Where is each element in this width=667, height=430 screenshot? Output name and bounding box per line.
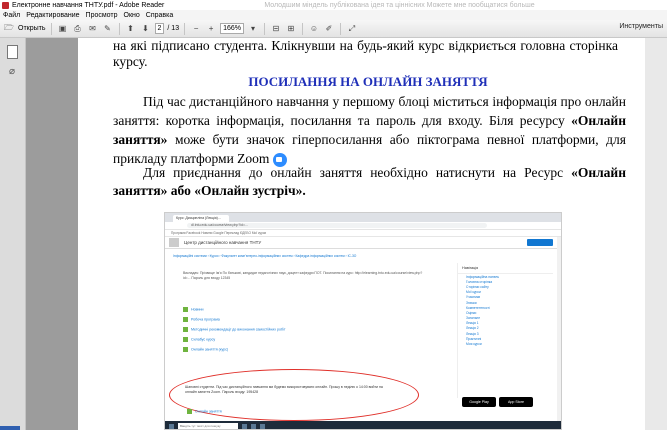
open-folder-icon[interactable]: 🗁 [3,23,15,35]
tools-button[interactable]: Инструменты [619,23,663,30]
comment-icon[interactable]: ☺ [308,23,320,35]
background-window-text: Молодшим міндель публікована ідея та цін… [264,1,535,9]
menu-help[interactable]: Справка [146,12,173,19]
embedded-scrollbar [557,237,561,421]
breadcrumb: Інформаційні системи › Курси › Факультет… [173,254,357,258]
bookmarks-bar: Програми Facebook Новини Google Переклад… [165,230,561,237]
paragraph-join-instructions: Для приєднання до онлайн заняття необхід… [113,164,626,200]
hamburger-icon [169,238,179,247]
navigation-block: Навігація Інформаційна панель Головна ст… [457,263,553,398]
taskbar-search: Введіть тут текст для пошуку [178,423,238,429]
app-store-badges: Google Play App Store [462,397,533,407]
course-link: Методичні рекомендації до виконання само… [183,327,286,332]
section-heading: ПОСИЛАННЯ НА ОНЛАЙН ЗАНЯТТЯ [248,74,488,89]
nav-item: Моя курси [466,342,482,347]
taskbar-app-icon [260,423,265,429]
toolbar-separator [184,22,186,35]
adobe-reader-icon [2,1,9,9]
attachments-icon[interactable]: ⌀ [9,66,15,77]
taskbar-app-icon [242,423,247,429]
teacher-info: Викладач: Прізвище Ім'я По батькові, кан… [183,271,423,280]
menu-window[interactable]: Окно [124,12,140,19]
expand-icon[interactable]: ⤢ [346,23,358,35]
site-title: Центр дистанційного навчання ТНТУ [184,240,262,245]
zoom-in-icon[interactable]: + [205,23,217,35]
edit-icon[interactable]: ✎ [102,23,114,35]
toolbar-separator [302,22,303,35]
course-link: Новини [183,307,204,312]
course-link: Онлайн заняття (курс) [183,347,228,352]
url-text: dl.tntu.edu.ua/course/view.php?id=... [187,223,487,228]
embedded-browser-screenshot: Курс: Дисципліна (Лекція)... dl.tntu.edu… [164,212,562,430]
taskbar-corner [0,426,20,430]
page-total: / 13 [167,25,180,32]
nav-block-title: Навігація [458,263,553,274]
address-bar: dl.tntu.edu.ua/course/view.php?id=... [165,222,561,230]
app-store-badge: App Store [499,397,533,407]
window-titlebar: Електронне навчання ТНТУ.pdf - Adobe Rea… [0,0,667,10]
toolbar-separator [264,22,265,35]
menu-file[interactable]: Файл [3,12,20,19]
site-header: Центр дистанційного навчання ТНТУ [165,237,561,249]
paragraph-course-page: на які підписано студента. Клікнувши на … [113,38,618,69]
print-icon[interactable]: ⎙ [72,23,84,35]
email-icon[interactable]: ✉ [87,23,99,35]
window-title: Електронне навчання ТНТУ.pdf - Adobe Rea… [12,1,165,9]
p2-end: може бути значок гіперпосилання або пікт… [113,132,626,166]
fit-width-icon[interactable]: ⊞ [285,23,297,35]
toolbar-separator [50,22,52,35]
page-number-input[interactable]: 2 [154,23,165,34]
toolbar: 🗁 Открыть ▣ ⎙ ✉ ✎ ⬆ ⬇ 2 / 13 − + 166% ▾ … [0,20,667,38]
zoom-level-select[interactable]: 166% [220,23,244,34]
p3-start: Для приєднання до онлайн заняття необхід… [143,165,572,180]
next-page-icon[interactable]: ⬇ [140,23,152,35]
pdf-page: на які підписано студента. Клікнувши на … [78,38,658,430]
menu-edit[interactable]: Редактирование [26,12,79,19]
windows-start-icon [169,423,174,429]
toolbar-separator [118,22,120,35]
save-icon[interactable]: ▣ [57,23,69,35]
windows-taskbar: Введіть тут текст для пошуку [165,421,561,429]
chevron-down-icon[interactable]: ▾ [247,23,259,35]
header-button [527,239,553,246]
highlight-icon[interactable]: ✐ [323,23,335,35]
google-play-badge: Google Play [462,397,496,407]
online-class-link: Онлайн заняття [187,409,222,414]
browser-tab: Курс: Дисципліна (Лекція)... [173,215,229,222]
course-link: Робоча програма [183,317,220,322]
toolbar-separator [340,22,341,35]
browser-tabs: Курс: Дисципліна (Лекція)... [165,213,561,222]
online-notice: Шановні студенти. Під час дистанційного … [185,385,383,394]
fit-page-icon[interactable]: ⊟ [270,23,282,35]
taskbar-app-icon [251,423,256,429]
p2-start: Під час дистанційного навчання у першому… [113,94,626,128]
course-link: Силабус курсу [183,337,215,342]
right-panel-edge [645,38,667,430]
course-content: Викладач: Прізвище Ім'я По батькові, кан… [169,263,453,421]
page-thumbnails-icon[interactable] [7,45,18,59]
prev-page-icon[interactable]: ⬆ [125,23,137,35]
zoom-out-icon[interactable]: − [190,23,202,35]
menu-bar: Файл Редактирование Просмотр Окно Справк… [0,10,667,20]
open-button[interactable]: Открыть [18,25,46,32]
navigation-panel: ⌀ [0,38,26,430]
menu-view[interactable]: Просмотр [86,12,118,19]
paragraph-online-info: Під час дистанційного навчання у першому… [113,92,626,168]
document-area[interactable]: на які підписано студента. Клікнувши на … [26,38,667,430]
